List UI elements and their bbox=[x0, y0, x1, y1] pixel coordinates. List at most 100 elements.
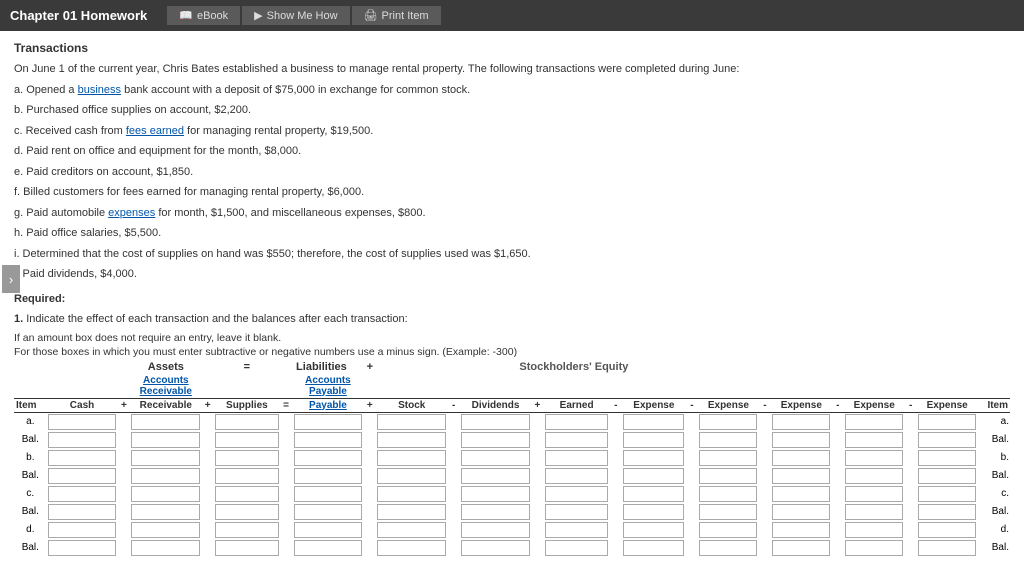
input-a-ae[interactable] bbox=[845, 414, 903, 430]
input-bal2-me[interactable] bbox=[918, 468, 976, 484]
input-bal2-re[interactable] bbox=[623, 468, 684, 484]
input-b-me[interactable] bbox=[918, 450, 976, 466]
input-d-ar[interactable] bbox=[131, 522, 200, 538]
input-d-ap[interactable] bbox=[294, 522, 363, 538]
input-a-fe[interactable] bbox=[545, 414, 608, 430]
input-bal4-cash[interactable] bbox=[48, 540, 117, 556]
input-c-me[interactable] bbox=[918, 486, 976, 502]
input-bal1-fe[interactable] bbox=[545, 432, 608, 448]
input-d-supplies[interactable] bbox=[215, 522, 278, 538]
input-bal1-se[interactable] bbox=[699, 432, 757, 448]
input-bal4-sup[interactable] bbox=[772, 540, 830, 556]
input-bal2-sup[interactable] bbox=[772, 468, 830, 484]
fees-earned-link[interactable]: fees earned bbox=[126, 125, 184, 137]
input-b-cs[interactable] bbox=[377, 450, 446, 466]
input-bal1-sup[interactable] bbox=[772, 432, 830, 448]
input-bal4-cs[interactable] bbox=[377, 540, 446, 556]
input-bal4-supplies[interactable] bbox=[215, 540, 278, 556]
input-bal2-div[interactable] bbox=[461, 468, 530, 484]
input-bal1-ap[interactable] bbox=[294, 432, 363, 448]
input-bal1-ae[interactable] bbox=[845, 432, 903, 448]
input-bal1-cash[interactable] bbox=[48, 432, 117, 448]
sup-col-label: Expense bbox=[771, 398, 831, 412]
input-b-sup[interactable] bbox=[772, 450, 830, 466]
input-b-fe[interactable] bbox=[545, 450, 608, 466]
input-d-fe[interactable] bbox=[545, 522, 608, 538]
supplies-sub bbox=[214, 374, 279, 399]
table-row-bal4: Bal. bbox=[14, 539, 1010, 557]
input-c-se[interactable] bbox=[699, 486, 757, 502]
input-bal4-ae[interactable] bbox=[845, 540, 903, 556]
input-c-cash[interactable] bbox=[48, 486, 117, 502]
input-bal1-supplies[interactable] bbox=[215, 432, 278, 448]
input-d-cash[interactable] bbox=[48, 522, 117, 538]
input-a-cash[interactable] bbox=[48, 414, 117, 430]
print-item-button[interactable]: 🖨 Print Item bbox=[352, 6, 441, 25]
input-c-fe[interactable] bbox=[545, 486, 608, 502]
input-b-re[interactable] bbox=[623, 450, 684, 466]
input-b-div[interactable] bbox=[461, 450, 530, 466]
input-bal1-cs[interactable] bbox=[377, 432, 446, 448]
input-b-cash[interactable] bbox=[48, 450, 117, 466]
input-bal1-me[interactable] bbox=[918, 432, 976, 448]
input-b-ae[interactable] bbox=[845, 450, 903, 466]
input-bal4-ap[interactable] bbox=[294, 540, 363, 556]
input-c-div[interactable] bbox=[461, 486, 530, 502]
input-bal4-re[interactable] bbox=[623, 540, 684, 556]
input-a-supplies[interactable] bbox=[215, 414, 278, 430]
input-a-re[interactable] bbox=[623, 414, 684, 430]
input-c-cs[interactable] bbox=[377, 486, 446, 502]
input-bal4-div[interactable] bbox=[461, 540, 530, 556]
input-c-supplies[interactable] bbox=[215, 486, 278, 502]
input-bal2-supplies[interactable] bbox=[215, 468, 278, 484]
input-bal4-se[interactable] bbox=[699, 540, 757, 556]
equity-header: Stockholders' Equity bbox=[376, 360, 771, 374]
input-b-se[interactable] bbox=[699, 450, 757, 466]
input-bal1-re[interactable] bbox=[623, 432, 684, 448]
expenses-link[interactable]: expenses bbox=[108, 207, 155, 219]
input-a-ap[interactable] bbox=[294, 414, 363, 430]
input-c-sup[interactable] bbox=[772, 486, 830, 502]
transaction-d: d. Paid rent on office and equipment for… bbox=[14, 143, 1010, 160]
input-d-me[interactable] bbox=[918, 522, 976, 538]
ae-col-label: Expense bbox=[844, 398, 904, 412]
input-b-ar[interactable] bbox=[131, 450, 200, 466]
input-bal2-ar[interactable] bbox=[131, 468, 200, 484]
input-bal2-cash[interactable] bbox=[48, 468, 117, 484]
input-c-ap[interactable] bbox=[294, 486, 363, 502]
input-bal2-fe[interactable] bbox=[545, 468, 608, 484]
show-me-how-button[interactable]: ▶ Show Me How bbox=[242, 6, 349, 25]
input-a-div[interactable] bbox=[461, 414, 530, 430]
input-bal4-fe[interactable] bbox=[545, 540, 608, 556]
transaction-a: a. Opened a business bank account with a… bbox=[14, 82, 1010, 99]
input-d-se[interactable] bbox=[699, 522, 757, 538]
input-bal4-ar[interactable] bbox=[131, 540, 200, 556]
nav-arrow-button[interactable]: › bbox=[2, 265, 20, 293]
input-a-ar[interactable] bbox=[131, 414, 200, 430]
input-bal1-div[interactable] bbox=[461, 432, 530, 448]
input-d-sup[interactable] bbox=[772, 522, 830, 538]
input-b-ap[interactable] bbox=[294, 450, 363, 466]
input-a-sup[interactable] bbox=[772, 414, 830, 430]
transaction-e: e. Paid creditors on account, $1,850. bbox=[14, 164, 1010, 181]
input-c-re[interactable] bbox=[623, 486, 684, 502]
input-d-re[interactable] bbox=[623, 522, 684, 538]
input-c-ar[interactable] bbox=[131, 486, 200, 502]
input-bal4-me[interactable] bbox=[918, 540, 976, 556]
ebook-button[interactable]: 📖 eBook bbox=[167, 6, 240, 25]
input-bal2-ap[interactable] bbox=[294, 468, 363, 484]
input-a-se[interactable] bbox=[699, 414, 757, 430]
minus-col-6: - bbox=[904, 398, 917, 412]
input-d-ae[interactable] bbox=[845, 522, 903, 538]
input-a-cs[interactable] bbox=[377, 414, 446, 430]
business-link[interactable]: business bbox=[78, 84, 121, 96]
input-bal2-ae[interactable] bbox=[845, 468, 903, 484]
input-bal2-se[interactable] bbox=[699, 468, 757, 484]
input-c-ae[interactable] bbox=[845, 486, 903, 502]
input-d-cs[interactable] bbox=[377, 522, 446, 538]
input-bal1-ar[interactable] bbox=[131, 432, 200, 448]
input-b-supplies[interactable] bbox=[215, 450, 278, 466]
input-bal2-cs[interactable] bbox=[377, 468, 446, 484]
input-a-me[interactable] bbox=[918, 414, 976, 430]
input-d-div[interactable] bbox=[461, 522, 530, 538]
